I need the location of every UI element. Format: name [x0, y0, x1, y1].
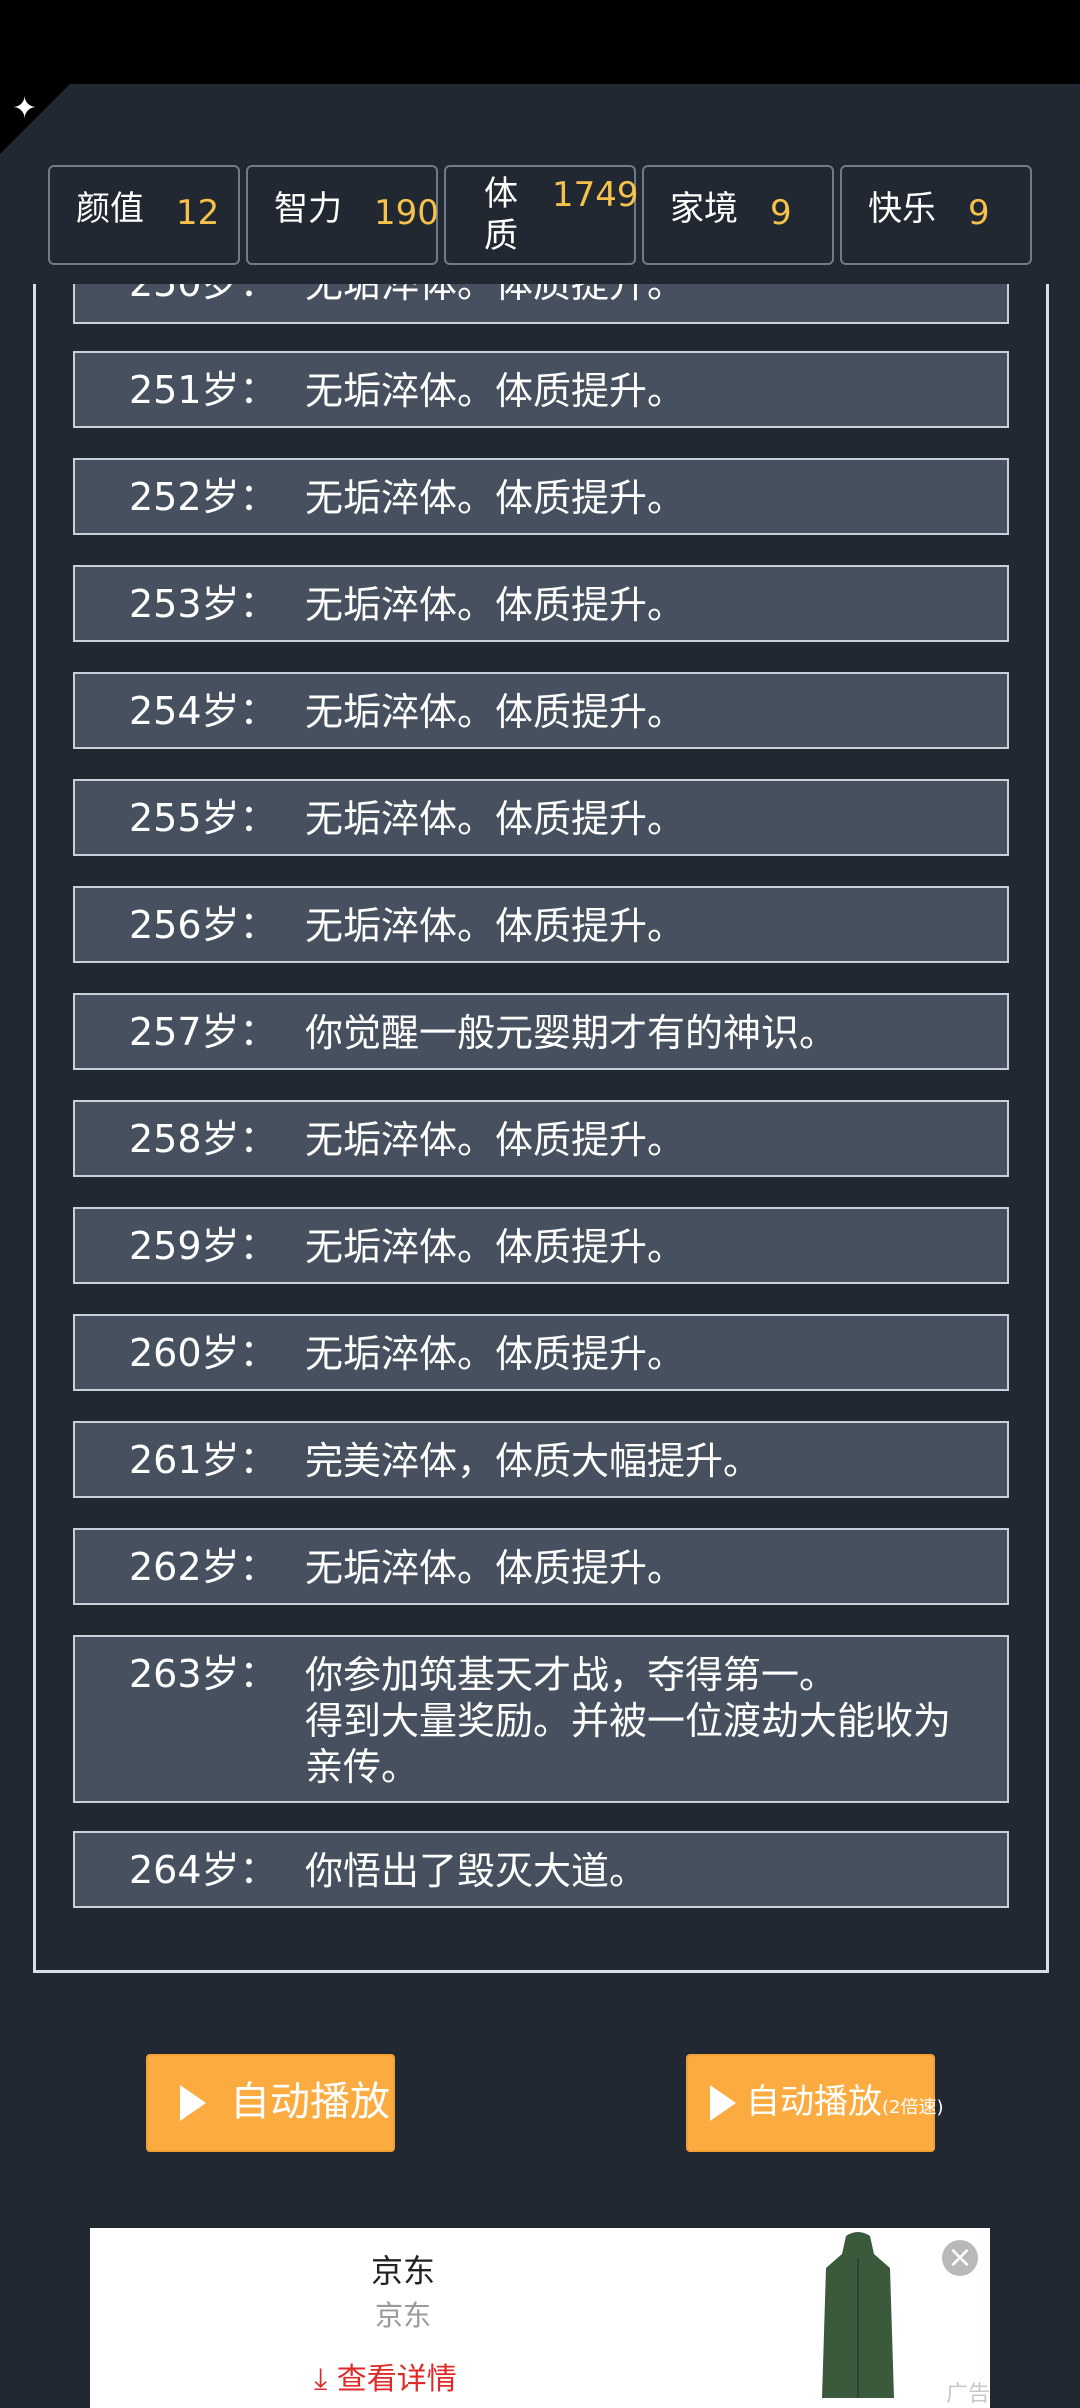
event-row: 253岁： 无垢淬体。体质提升。: [73, 565, 1009, 642]
event-age: 252岁：: [129, 475, 278, 519]
event-text: 你悟出了毁灭大道。: [305, 1849, 648, 1893]
stat-label: 家境: [670, 189, 738, 229]
event-text: 无垢淬体。体质提升。: [305, 1546, 686, 1590]
event-text: 你参加筑基天才战，夺得第一。 得到大量奖励。并被一位渡劫大能收为亲传。: [305, 1653, 952, 1789]
close-ad-icon[interactable]: ×: [942, 2240, 978, 2276]
event-age: 251岁：: [129, 368, 278, 412]
event-text: 无垢淬体。体质提升。: [305, 1225, 686, 1269]
event-row: 260岁： 无垢淬体。体质提升。: [73, 1314, 1009, 1391]
event-age: 263岁：: [129, 1652, 278, 1696]
stats-bar: 颜值 12 智力 190 体质 1749 家境 9 快乐 9: [48, 165, 1032, 265]
play-icon: [180, 2085, 206, 2121]
event-row: 264岁： 你悟出了毁灭大道。: [73, 1831, 1009, 1908]
event-row: 262岁： 无垢淬体。体质提升。: [73, 1528, 1009, 1605]
event-text: 无垢淬体。体质提升。: [305, 369, 686, 413]
event-age: 253岁：: [129, 582, 278, 626]
stat-intelligence: 智力 190: [246, 165, 439, 265]
event-age: 254岁：: [129, 689, 278, 733]
ad-detail-link[interactable]: ⤓ 查看详情: [314, 2354, 457, 2398]
stat-value: 9: [968, 193, 990, 233]
ad-label: 广告: [946, 2382, 991, 2407]
event-text: 无垢淬体。体质提升。: [305, 690, 686, 734]
event-age: 258岁：: [129, 1117, 278, 1161]
coat-image: [822, 2232, 894, 2398]
status-bar: [0, 0, 1080, 84]
autoplay-label: 自动播放: [230, 2079, 390, 2125]
event-text: 你觉醒一般元婴期才有的神识。: [305, 1011, 838, 1055]
event-text: 无垢淬体。体质提升。: [305, 476, 686, 520]
event-text: 无垢淬体。体质提升。: [305, 1118, 686, 1162]
autoplay-fast-text: 自动播放: [746, 2082, 882, 2122]
stat-label: 快乐: [868, 189, 936, 229]
autoplay-fast-button[interactable]: 自动播放(2倍速): [686, 2054, 944, 2152]
event-age: 264岁：: [129, 1848, 278, 1892]
event-row: 259岁： 无垢淬体。体质提升。: [73, 1207, 1009, 1284]
event-text: 完美淬体，体质大幅提升。: [305, 1439, 762, 1483]
speed-suffix: (2倍速): [882, 2097, 944, 2118]
stat-family: 家境 9: [642, 165, 834, 265]
event-text: 无垢淬体。体质提升。: [305, 284, 686, 306]
ad-subtitle: 京东: [374, 2299, 431, 2332]
event-age: 261岁：: [129, 1438, 278, 1482]
event-row: 252岁： 无垢淬体。体质提升。: [73, 458, 1009, 535]
event-age: 256岁：: [129, 903, 278, 947]
event-text: 无垢淬体。体质提升。: [305, 583, 686, 627]
bone-icon[interactable]: ✦: [12, 94, 37, 124]
event-row: 250岁： 无垢淬体。体质提升。: [73, 284, 1009, 324]
event-row: 256岁： 无垢淬体。体质提升。: [73, 886, 1009, 963]
event-log[interactable]: 250岁： 无垢淬体。体质提升。 251岁： 无垢淬体。体质提升。 252岁： …: [33, 284, 1049, 1973]
event-text: 无垢淬体。体质提升。: [305, 1332, 686, 1376]
play-icon: [710, 2085, 736, 2121]
event-row: 261岁： 完美淬体，体质大幅提升。: [73, 1421, 1009, 1498]
stat-label: 智力: [274, 189, 342, 229]
autoplay-button[interactable]: 自动播放: [146, 2054, 395, 2152]
event-row: 255岁： 无垢淬体。体质提升。: [73, 779, 1009, 856]
event-age: 260岁：: [129, 1331, 278, 1375]
event-row: 258岁： 无垢淬体。体质提升。: [73, 1100, 1009, 1177]
stat-label: 颜值: [76, 189, 144, 229]
event-text: 无垢淬体。体质提升。: [305, 797, 686, 841]
stat-label: 体质: [484, 174, 518, 256]
stat-value: 1749: [552, 175, 639, 215]
event-row: 254岁： 无垢淬体。体质提升。: [73, 672, 1009, 749]
event-age: 259岁：: [129, 1224, 278, 1268]
download-icon: ⤓: [314, 2362, 337, 2397]
event-row: 263岁： 你参加筑基天才战，夺得第一。 得到大量奖励。并被一位渡劫大能收为亲传…: [73, 1635, 1009, 1803]
event-text: 无垢淬体。体质提升。: [305, 904, 686, 948]
stat-appearance: 颜值 12: [48, 165, 240, 265]
ad-banner[interactable]: 京东 京东 ⤓ 查看详情 × 广告: [90, 2228, 990, 2408]
stat-value: 12: [176, 193, 220, 233]
ad-detail-text: 查看详情: [336, 2362, 457, 2397]
event-age: 250岁：: [129, 284, 278, 305]
stat-value: 9: [770, 193, 792, 233]
event-row: 257岁： 你觉醒一般元婴期才有的神识。: [73, 993, 1009, 1070]
event-age: 255岁：: [129, 796, 278, 840]
ad-title: 京东: [370, 2252, 435, 2290]
event-age: 257岁：: [129, 1010, 278, 1054]
event-row: 251岁： 无垢淬体。体质提升。: [73, 351, 1009, 428]
autoplay-fast-label: 自动播放(2倍速): [746, 2078, 944, 2132]
stat-value: 190: [374, 193, 439, 233]
stat-happiness: 快乐 9: [840, 165, 1032, 265]
event-age: 262岁：: [129, 1545, 278, 1589]
stat-constitution: 体质 1749: [444, 165, 639, 265]
